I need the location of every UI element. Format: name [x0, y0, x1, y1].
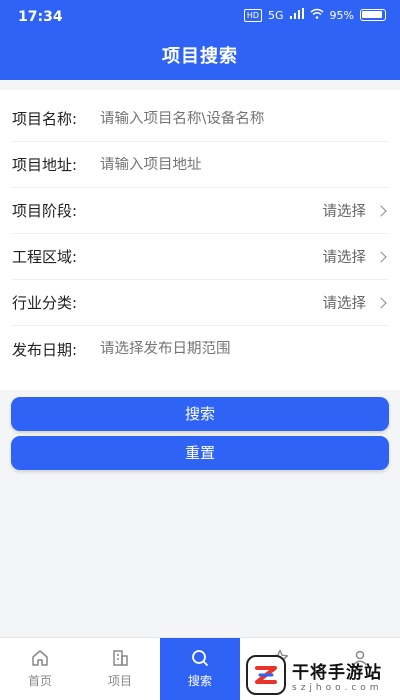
project-region-select[interactable]: 请选择 — [100, 246, 376, 267]
publish-date-row[interactable]: 发布日期: — [12, 326, 388, 372]
tab-home-label: 首页 — [27, 674, 52, 688]
tab-search[interactable]: 搜索 — [160, 638, 240, 700]
chevron-right-icon — [376, 205, 388, 217]
battery-icon — [360, 9, 386, 21]
status-time: 17:34 — [18, 9, 63, 25]
project-name-input[interactable] — [100, 110, 388, 127]
tab-projects[interactable]: 项目 — [80, 638, 160, 700]
search-button[interactable]: 搜索 — [11, 397, 389, 431]
project-name-label: 项目名称: — [12, 110, 78, 128]
project-stage-label: 项目阶段: — [12, 202, 78, 220]
hd-badge: HD — [243, 8, 263, 22]
network-label: 5G — [268, 8, 284, 22]
watermark-subtitle: szjhoo.com — [292, 682, 383, 693]
project-address-label: 项目地址: — [12, 156, 78, 174]
search-icon — [192, 650, 208, 666]
wifi-icon — [310, 8, 324, 22]
publish-date-input[interactable] — [100, 341, 388, 357]
status-icons: HD 5G 95% — [243, 8, 386, 22]
watermark-text: 干将手游站 szjhoo.com — [292, 658, 383, 693]
project-stage-row[interactable]: 项目阶段: 请选择 — [12, 188, 388, 234]
watermark-title: 干将手游站 — [292, 662, 382, 683]
project-region-row[interactable]: 工程区域: 请选择 — [12, 234, 388, 280]
home-icon — [32, 650, 48, 666]
industry-category-row[interactable]: 行业分类: 请选择 — [12, 280, 388, 326]
publish-date-label: 发布日期: — [12, 340, 78, 359]
project-address-row[interactable]: 项目地址: — [12, 142, 388, 188]
project-stage-select[interactable]: 请选择 — [100, 200, 376, 221]
chevron-right-icon — [376, 297, 388, 309]
app-header: 项目搜索 — [0, 34, 400, 80]
industry-category-label: 行业分类: — [12, 294, 78, 312]
building-icon — [113, 650, 128, 666]
signal-icon — [289, 8, 304, 22]
tab-home[interactable]: 首页 — [0, 638, 80, 700]
battery-percent: 95% — [329, 8, 354, 22]
status-bar: 17:34 HD 5G 95% — [0, 0, 400, 34]
tab-projects-label: 项目 — [107, 674, 132, 688]
chevron-right-icon — [376, 251, 388, 263]
reset-button[interactable]: 重置 — [11, 436, 389, 470]
tab-search-label: 搜索 — [187, 674, 212, 688]
project-region-label: 工程区域: — [12, 248, 78, 266]
project-address-input[interactable] — [100, 156, 388, 173]
industry-category-select[interactable]: 请选择 — [100, 292, 376, 313]
watermark: 干将手游站 szjhoo.com — [246, 652, 396, 698]
watermark-logo-icon — [246, 655, 286, 695]
page-title: 项目搜索 — [162, 46, 238, 67]
search-form: 项目名称: 项目地址: 项目阶段: 请选择 工程区域: 请选择 行业分类: 请选… — [0, 90, 400, 390]
project-name-row[interactable]: 项目名称: — [12, 96, 388, 142]
